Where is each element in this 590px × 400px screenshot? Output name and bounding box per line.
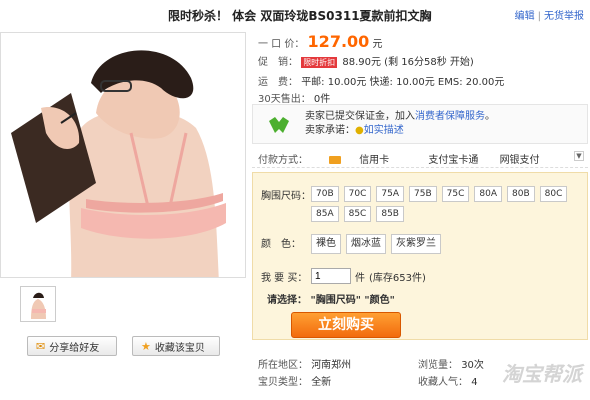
- guarantee-line1-post: 。: [485, 111, 495, 122]
- share-icon: ✉: [36, 339, 46, 353]
- size-option[interactable]: 85B: [376, 206, 404, 222]
- views-label: 浏览量：: [418, 360, 458, 371]
- share-button[interactable]: ✉ 分享给好友: [27, 336, 117, 356]
- select-prompt-text: "胸围尺码" "颜色": [310, 295, 395, 306]
- payment-divider: [252, 167, 588, 168]
- top-links: 编辑 | 无货举报: [515, 7, 584, 22]
- favorite-button-label: 收藏该宝贝: [154, 342, 205, 354]
- color-options: 裸色 烟冰蓝 灰紫罗兰: [311, 234, 441, 254]
- as-described-link[interactable]: 如实描述: [364, 125, 404, 136]
- color-option[interactable]: 裸色: [311, 234, 341, 254]
- size-option[interactable]: 80B: [507, 186, 535, 202]
- consumer-protection-link[interactable]: 消费者保障服务: [415, 111, 485, 122]
- payment-option-credit[interactable]: 信用卡: [329, 155, 407, 166]
- link-separator: |: [537, 11, 541, 22]
- size-option[interactable]: 75C: [441, 186, 470, 202]
- price-unit: 元: [372, 39, 383, 50]
- payment-option-alipay-card[interactable]: 支付宝卡通: [428, 155, 478, 166]
- shipping-text: 平邮: 10.00元 快递: 10.00元 EMS: 20.00元: [301, 77, 505, 88]
- edit-link[interactable]: 编辑: [515, 11, 535, 22]
- quantity-label: 我 要 买：: [261, 273, 308, 284]
- fav-count-value: 4: [471, 377, 478, 388]
- price-label: 一 口 价：: [258, 39, 305, 50]
- shipping-row: 运 费： 平邮: 10.00元 快递: 10.00元 EMS: 20.00元: [258, 73, 504, 88]
- size-options: 70B 70C 75A 75B 75C 80A 80B 80C 85A 85C …: [311, 186, 581, 222]
- guarantee-text: 卖家已提交保证金，加入消费者保障服务。 卖家承诺：●如实描述: [305, 110, 495, 138]
- payment-option-bank[interactable]: 网银支付: [500, 155, 540, 166]
- guarantee-line2-pre: 卖家承诺：: [305, 125, 355, 136]
- size-option[interactable]: 85A: [311, 206, 339, 222]
- lightbulb-icon: ●: [355, 125, 364, 136]
- size-label: 胸围尺码：: [261, 191, 311, 202]
- guarantee-box: 卖家已提交保证金，加入消费者保障服务。 卖家承诺：●如实描述: [252, 104, 588, 144]
- promo-label: 促 销：: [258, 57, 298, 68]
- views-row: 浏览量： 30次: [418, 356, 484, 371]
- shipping-label: 运 费：: [258, 77, 298, 88]
- price-row: 一 口 价： 127.00 元: [258, 32, 382, 51]
- star-icon: ★: [141, 339, 151, 353]
- size-option[interactable]: 70C: [343, 186, 372, 202]
- size-option[interactable]: 80C: [539, 186, 568, 202]
- location-row: 所在地区： 河南郑州: [258, 356, 351, 371]
- watermark: 淘宝帮派: [502, 362, 582, 386]
- size-option[interactable]: 75B: [409, 186, 437, 202]
- stock-text: (库存653件): [369, 272, 426, 284]
- location-label: 所在地区：: [258, 360, 308, 371]
- payment-label: 付款方式：: [258, 155, 308, 166]
- type-value: 全新: [311, 377, 332, 388]
- sold-row: 30天售出： 0件: [258, 90, 330, 105]
- product-title: 限时秒杀！ 体会 双面玲珑BS0311夏款前扣文胸: [168, 9, 432, 23]
- color-label: 颜 色：: [261, 239, 301, 250]
- select-prompt-label: 请选择：: [267, 295, 307, 306]
- type-row: 宝贝类型： 全新: [258, 373, 331, 388]
- guarantee-line1-pre: 卖家已提交保证金，加入: [305, 111, 415, 122]
- color-option[interactable]: 灰紫罗兰: [391, 234, 441, 254]
- quantity-unit: 件: [355, 272, 365, 284]
- payment-row: 付款方式： 信用卡 支付宝卡通 网银支付: [258, 151, 558, 166]
- location-value: 河南郑州: [311, 360, 352, 371]
- fav-count-row: 收藏人气： 4: [418, 373, 478, 388]
- promo-text: 88.90元 (剩 16分58秒 开始): [342, 57, 474, 68]
- quantity-row: 件 (库存653件): [311, 268, 426, 284]
- type-label: 宝贝类型：: [258, 377, 308, 388]
- quantity-input[interactable]: [311, 268, 351, 284]
- favorite-button[interactable]: ★ 收藏该宝贝: [132, 336, 220, 356]
- fav-count-label: 收藏人气：: [418, 377, 468, 388]
- handshake-icon: [267, 113, 291, 137]
- thumbnail-image[interactable]: [20, 286, 56, 322]
- buy-now-button[interactable]: 立刻购买: [291, 312, 401, 338]
- credit-card-icon: [329, 156, 342, 164]
- views-value: 30次: [461, 360, 484, 371]
- chevron-down-icon[interactable]: ▼: [574, 151, 584, 161]
- promo-tag: 限时折扣: [301, 57, 338, 68]
- report-link[interactable]: 无货举报: [544, 11, 584, 22]
- sku-selection-box: 胸围尺码： 70B 70C 75A 75B 75C 80A 80B 80C 85…: [252, 172, 588, 340]
- select-prompt: 请选择： "胸围尺码" "颜色": [267, 291, 395, 306]
- promo-row: 促 销： 限时折扣 88.90元 (剩 16分58秒 开始): [258, 53, 474, 68]
- product-main-image[interactable]: [0, 32, 246, 278]
- size-option[interactable]: 70B: [311, 186, 339, 202]
- size-option[interactable]: 75A: [376, 186, 404, 202]
- share-button-label: 分享给好友: [49, 342, 100, 354]
- size-option[interactable]: 80A: [474, 186, 502, 202]
- price-value: 127.00: [307, 32, 370, 51]
- color-option[interactable]: 烟冰蓝: [346, 234, 386, 254]
- size-option[interactable]: 85C: [343, 206, 372, 222]
